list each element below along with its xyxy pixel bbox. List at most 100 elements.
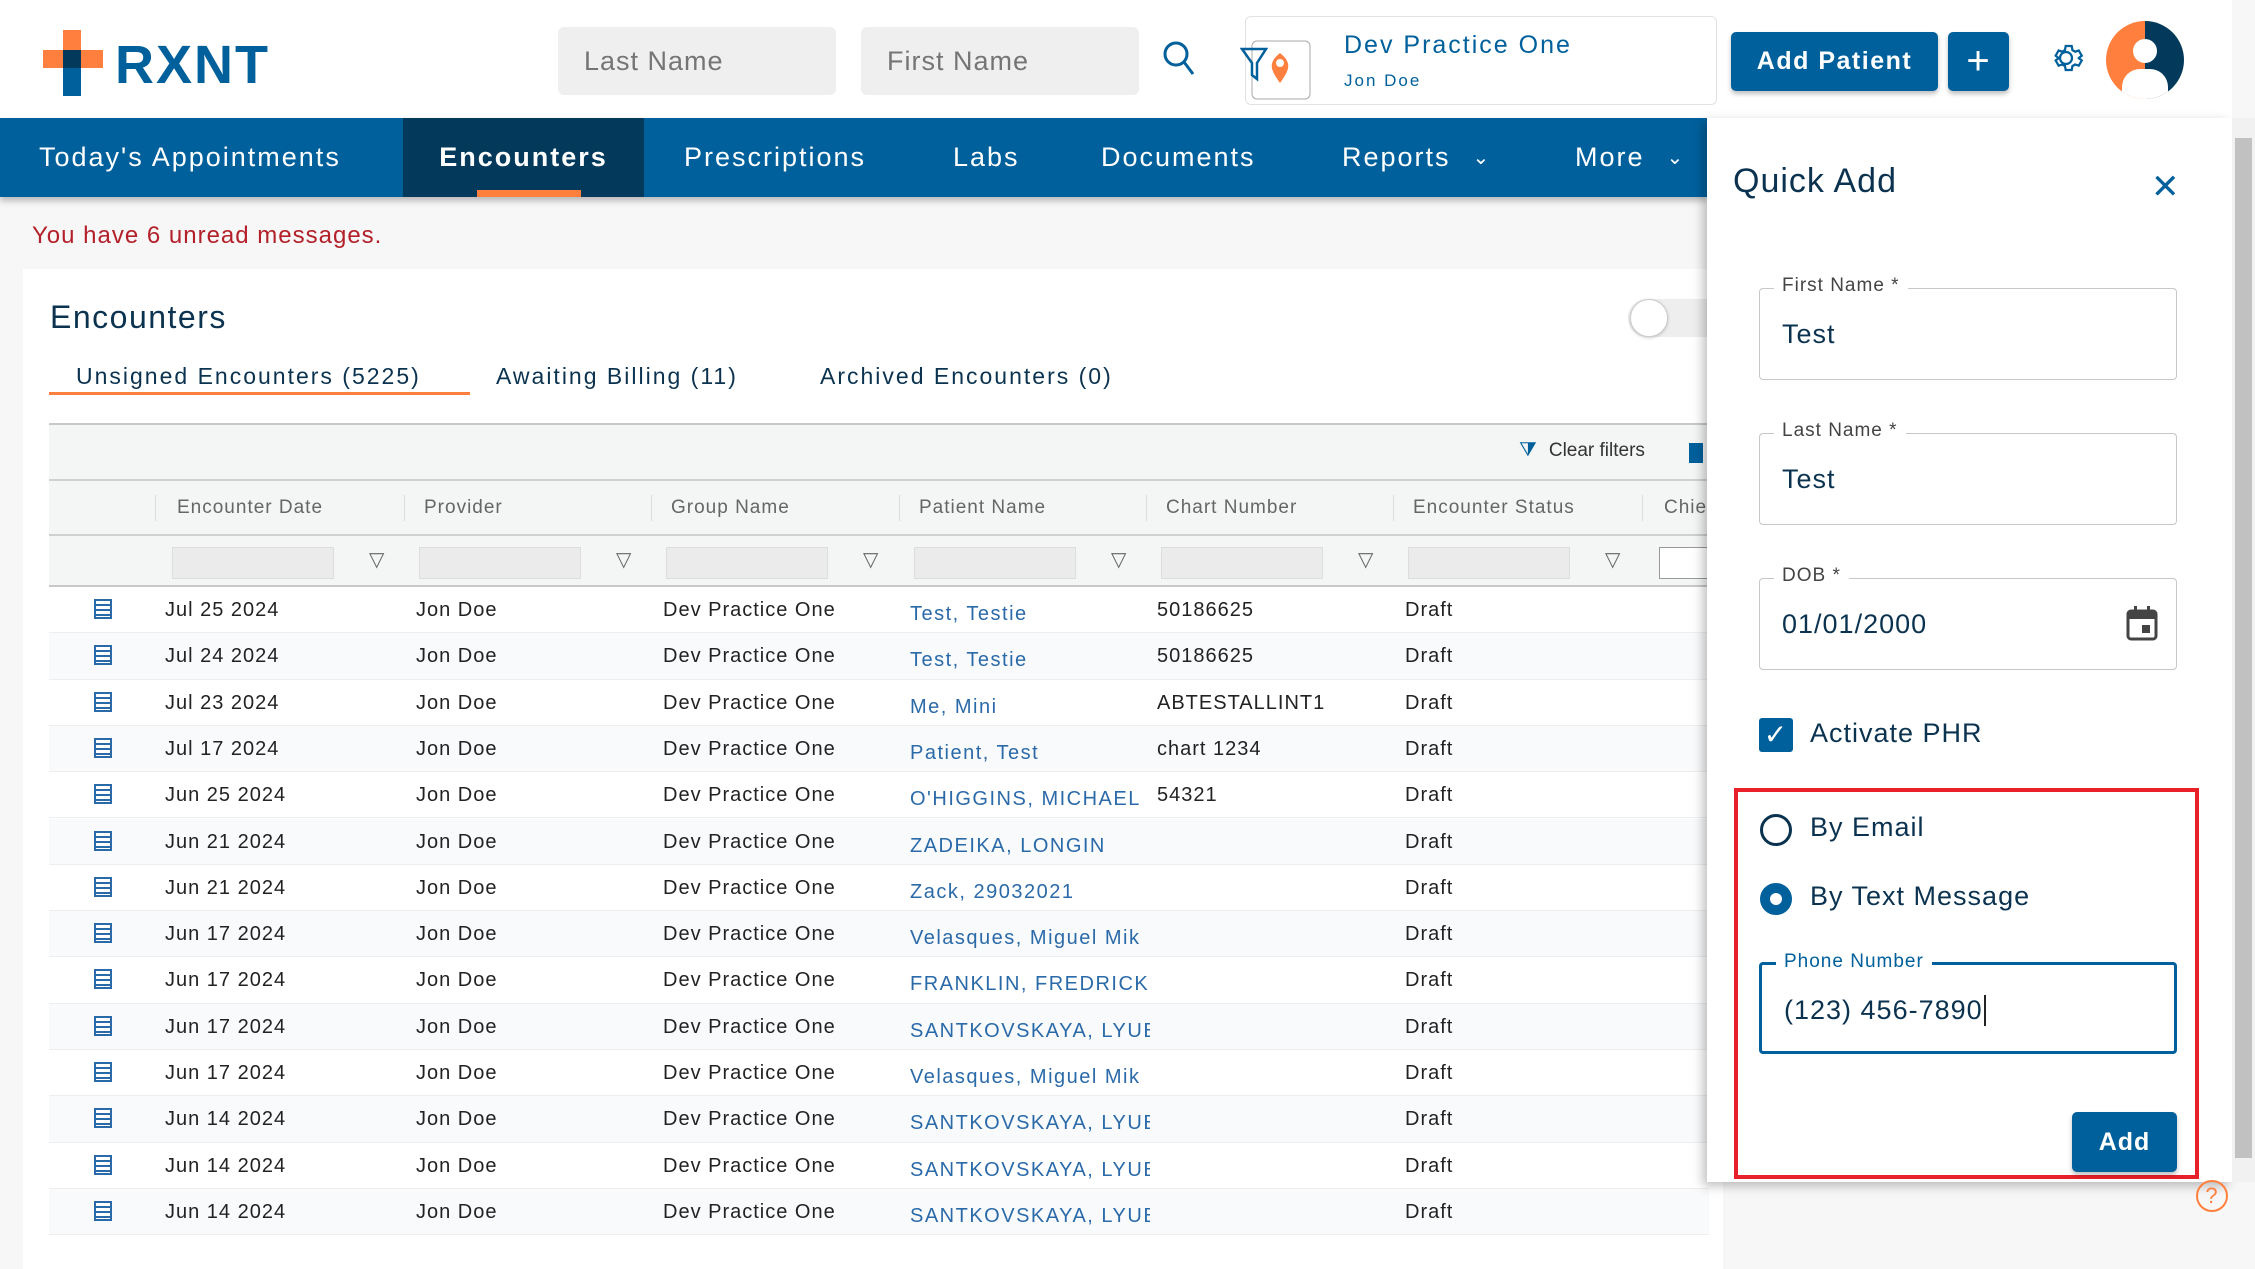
table-row[interactable]: Jun 14 2024Jon DoeDev Practice OneSANTKO… [49, 1143, 1709, 1189]
last-name-field[interactable]: Last Name *Test [1759, 433, 2177, 525]
encounter-note-icon[interactable] [94, 1062, 112, 1082]
patient-name-link[interactable]: Me, Mini [910, 696, 1150, 719]
table-row[interactable]: Jun 17 2024Jon DoeDev Practice OneVelasq… [49, 911, 1709, 957]
encounter-note-icon[interactable] [94, 599, 112, 619]
patient-name-link[interactable]: Zack, 29032021 [910, 881, 1150, 904]
filter-icon[interactable]: ▽ [863, 547, 879, 572]
nav-documents[interactable]: Documents [1101, 118, 1256, 197]
add-button[interactable]: Add [2072, 1112, 2177, 1172]
patient-name-link[interactable]: Patient, Test [910, 742, 1150, 765]
filter-icon[interactable]: ▽ [369, 547, 385, 572]
column-header[interactable]: Patient Name [919, 497, 1046, 519]
table-row[interactable]: Jun 17 2024Jon DoeDev Practice OneSANTKO… [49, 1004, 1709, 1050]
quick-add-button[interactable]: + [1948, 32, 2009, 91]
encounter-note-icon[interactable] [94, 969, 112, 989]
encounter-note-icon[interactable] [94, 877, 112, 897]
nav-todays-appointments[interactable]: Today's Appointments [39, 118, 341, 197]
nav-encounters[interactable]: Encounters [403, 118, 644, 197]
column-filter-input[interactable] [1161, 547, 1323, 579]
close-icon[interactable]: ✕ [2151, 170, 2181, 204]
column-filter-input[interactable] [419, 547, 581, 579]
encounter-note-icon[interactable] [94, 831, 112, 851]
column-header[interactable]: Chart Number [1166, 497, 1297, 519]
tab-awaiting-billing[interactable]: Awaiting Billing (11) [496, 363, 738, 390]
table-row[interactable]: Jun 14 2024Jon DoeDev Practice OneSANTKO… [49, 1189, 1709, 1235]
table-row[interactable]: Jun 21 2024Jon DoeDev Practice OneZADEIK… [49, 819, 1709, 865]
calendar-icon[interactable] [2126, 605, 2158, 641]
table-row[interactable]: Jun 17 2024Jon DoeDev Practice OneVelasq… [49, 1050, 1709, 1096]
table-row[interactable]: Jun 14 2024Jon DoeDev Practice OneSANTKO… [49, 1096, 1709, 1142]
activate-phr-checkbox[interactable]: ✓ [1759, 718, 1793, 752]
patient-name-link[interactable]: O'HIGGINS, MICHAEL [910, 788, 1150, 811]
user-avatar[interactable] [2106, 21, 2184, 99]
search-icon[interactable] [1162, 40, 1196, 78]
gear-icon[interactable] [2048, 40, 2084, 76]
table-row[interactable]: Jun 21 2024Jon DoeDev Practice OneZack, … [49, 865, 1709, 911]
patient-name-link[interactable]: Velasques, Miguel Mik [910, 927, 1150, 950]
tab-archived-encounters[interactable]: Archived Encounters (0) [820, 363, 1113, 390]
nav-prescriptions[interactable]: Prescriptions [684, 118, 866, 197]
filter-icon[interactable]: ▽ [1111, 547, 1127, 572]
table-row[interactable]: Jul 23 2024Jon DoeDev Practice OneMe, Mi… [49, 680, 1709, 726]
phone-number-field[interactable]: Phone Number(123) 456-7890 [1759, 962, 2177, 1054]
column-menu-icon[interactable] [1689, 443, 1703, 463]
by-text-radio[interactable] [1760, 883, 1792, 915]
last-name-search-input[interactable] [558, 27, 836, 95]
encounter-date: Jul 25 2024 [165, 599, 279, 622]
encounter-note-icon[interactable] [94, 784, 112, 804]
encounter-note-icon[interactable] [94, 738, 112, 758]
filter-icon[interactable]: ▽ [1605, 547, 1621, 572]
patient-name-link[interactable]: SANTKOVSKAYA, LYUB [910, 1112, 1150, 1135]
unread-messages-link[interactable]: You have 6 unread messages. [32, 222, 382, 250]
patient-name-link[interactable]: Velasques, Miguel Mik [910, 1066, 1150, 1089]
first-name-search-input[interactable] [861, 27, 1139, 95]
tab-unsigned-encounters[interactable]: Unsigned Encounters (5225) [76, 363, 421, 390]
encounter-note-icon[interactable] [94, 1016, 112, 1036]
encounter-note-icon[interactable] [94, 1108, 112, 1128]
column-header[interactable]: Encounter Date [177, 497, 323, 519]
dob-field[interactable]: DOB *01/01/2000 [1759, 578, 2177, 670]
encounter-note-icon[interactable] [94, 1155, 112, 1175]
table-row[interactable]: Jul 24 2024Jon DoeDev Practice OneTest, … [49, 633, 1709, 679]
add-patient-button[interactable]: Add Patient [1731, 32, 1938, 91]
column-header[interactable]: Provider [424, 497, 503, 519]
patient-name-link[interactable]: SANTKOVSKAYA, LYUB [910, 1159, 1150, 1182]
table-row[interactable]: Jul 25 2024Jon DoeDev Practice OneTest, … [49, 587, 1709, 633]
patient-name-link[interactable]: Test, Testie [910, 649, 1150, 672]
practice-selector[interactable]: Dev Practice One Jon Doe [1245, 16, 1717, 105]
patient-name-link[interactable]: SANTKOVSKAYA, LYUB [910, 1205, 1150, 1228]
encounter-note-icon[interactable] [94, 645, 112, 665]
patient-name-link[interactable]: SANTKOVSKAYA, LYUB [910, 1020, 1150, 1043]
column-header[interactable]: Chie [1664, 497, 1707, 519]
column-filter-input[interactable] [914, 547, 1076, 579]
patient-name-link[interactable]: FRANKLIN, FREDRICK [910, 973, 1150, 996]
encounter-note-icon[interactable] [94, 923, 112, 943]
column-filter-input[interactable] [1408, 547, 1570, 579]
column-filter-input[interactable] [172, 547, 334, 579]
help-icon[interactable]: ? [2196, 1180, 2228, 1212]
encounter-note-icon[interactable] [94, 692, 112, 712]
by-email-radio[interactable] [1760, 814, 1792, 846]
scrollbar-thumb[interactable] [2235, 138, 2252, 1158]
logo-cross-icon [43, 30, 109, 96]
table-row[interactable]: Jul 17 2024Jon DoeDev Practice OnePatien… [49, 726, 1709, 772]
filter-icon[interactable]: ▽ [616, 547, 632, 572]
nav-encounters-label: Encounters [439, 142, 608, 173]
nav-reports[interactable]: Reports⌄ [1342, 118, 1491, 197]
column-filter-input[interactable] [666, 547, 828, 579]
encounter-status: Draft [1405, 877, 1453, 900]
patient-name-link[interactable]: ZADEIKA, LONGIN [910, 835, 1150, 858]
rxnt-logo[interactable]: RXNT [43, 30, 273, 96]
table-row[interactable]: Jun 25 2024Jon DoeDev Practice OneO'HIGG… [49, 772, 1709, 818]
table-row[interactable]: Jun 17 2024Jon DoeDev Practice OneFRANKL… [49, 957, 1709, 1003]
nav-labs[interactable]: Labs [953, 118, 1020, 197]
first-name-field[interactable]: First Name *Test [1759, 288, 2177, 380]
encounter-note-icon[interactable] [94, 1201, 112, 1221]
clear-filters-button[interactable]: ⧩Clear filters [1519, 439, 1645, 462]
column-header[interactable]: Encounter Status [1413, 497, 1575, 519]
nav-more[interactable]: More⌄ [1575, 118, 1685, 197]
patient-name-link[interactable]: Test, Testie [910, 603, 1150, 626]
filter-icon[interactable]: ▽ [1358, 547, 1374, 572]
panel-scrollbar[interactable] [2232, 118, 2255, 1182]
column-header[interactable]: Group Name [671, 497, 790, 519]
